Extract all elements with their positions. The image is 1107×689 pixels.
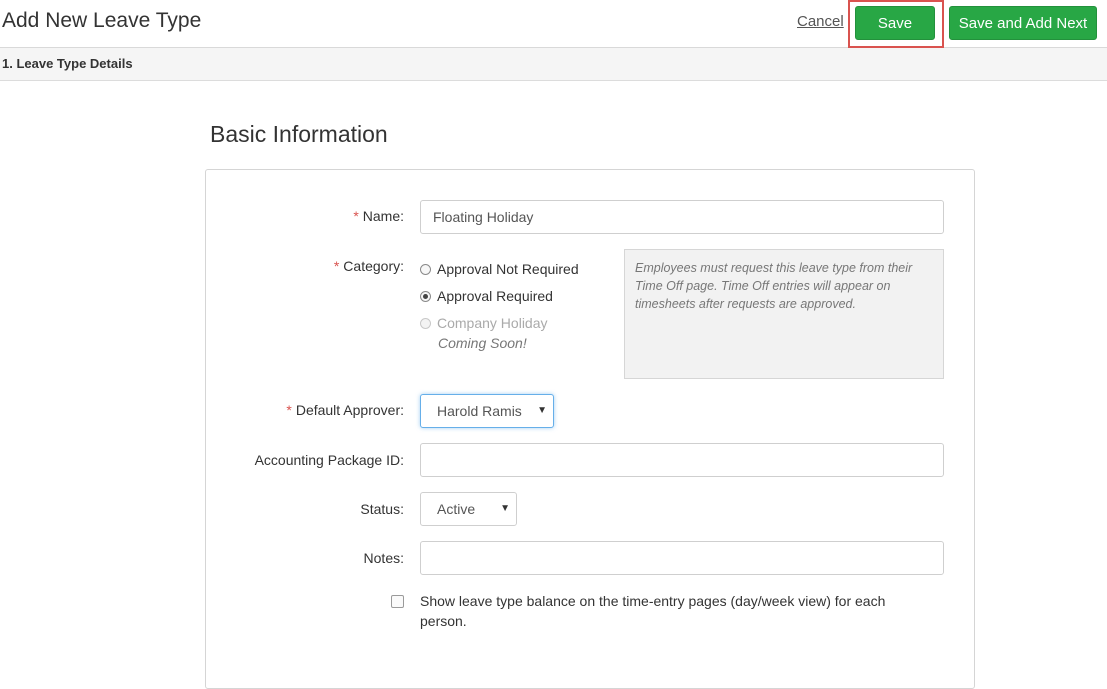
category-radio-approval-required[interactable]: Approval Required xyxy=(420,288,553,304)
radio-label: Company Holiday xyxy=(437,315,548,331)
status-label: Status: xyxy=(360,501,404,517)
default-approver-label: * Default Approver: xyxy=(286,402,404,418)
radio-button[interactable] xyxy=(420,263,431,275)
category-help-box: Employees must request this leave type f… xyxy=(624,249,944,379)
status-value: Active xyxy=(437,501,476,517)
save-button-highlight xyxy=(848,0,944,48)
accounting-package-id-label: Accounting Package ID: xyxy=(254,452,404,468)
accounting-package-id-input[interactable] xyxy=(420,443,944,477)
notes-input[interactable] xyxy=(420,541,944,575)
basic-information-heading: Basic Information xyxy=(210,121,388,147)
name-input[interactable]: Floating Holiday xyxy=(420,200,944,234)
caret-down-icon: ▼ xyxy=(537,405,547,416)
default-approver-select[interactable]: Harold Ramis ▼ xyxy=(420,394,554,428)
radio-label: Approval Required xyxy=(437,288,553,304)
radio-button-disabled xyxy=(420,317,431,329)
radio-button-selected[interactable] xyxy=(420,290,431,302)
section-bar: 1. Leave Type Details xyxy=(0,48,1107,81)
name-label: * Name: xyxy=(353,208,404,224)
cancel-link[interactable]: Cancel xyxy=(797,13,844,30)
coming-soon-note: Coming Soon! xyxy=(438,335,527,351)
radio-label: Approval Not Required xyxy=(437,261,579,277)
category-label: * Category: xyxy=(334,258,404,274)
section-label: 1. Leave Type Details xyxy=(2,56,133,71)
page-title: Add New Leave Type xyxy=(2,9,202,32)
default-approver-value: Harold Ramis xyxy=(437,403,522,419)
status-select[interactable]: Active ▼ xyxy=(420,492,517,526)
required-marker: * xyxy=(286,402,292,418)
notes-label: Notes: xyxy=(363,550,404,566)
save-and-add-next-button[interactable]: Save and Add Next xyxy=(949,6,1097,40)
caret-down-icon: ▼ xyxy=(500,503,510,514)
show-balance-checkbox[interactable] xyxy=(391,595,404,608)
required-marker: * xyxy=(353,208,359,224)
name-label-text: Name: xyxy=(362,208,404,224)
category-label-text: Category: xyxy=(343,258,404,274)
category-radio-approval-not-required[interactable]: Approval Not Required xyxy=(420,261,579,277)
category-radio-company-holiday: Company Holiday xyxy=(420,315,548,331)
required-marker: * xyxy=(333,258,340,274)
default-approver-label-text: Default Approver: xyxy=(295,402,404,418)
show-balance-label: Show leave type balance on the time-entr… xyxy=(420,593,886,629)
